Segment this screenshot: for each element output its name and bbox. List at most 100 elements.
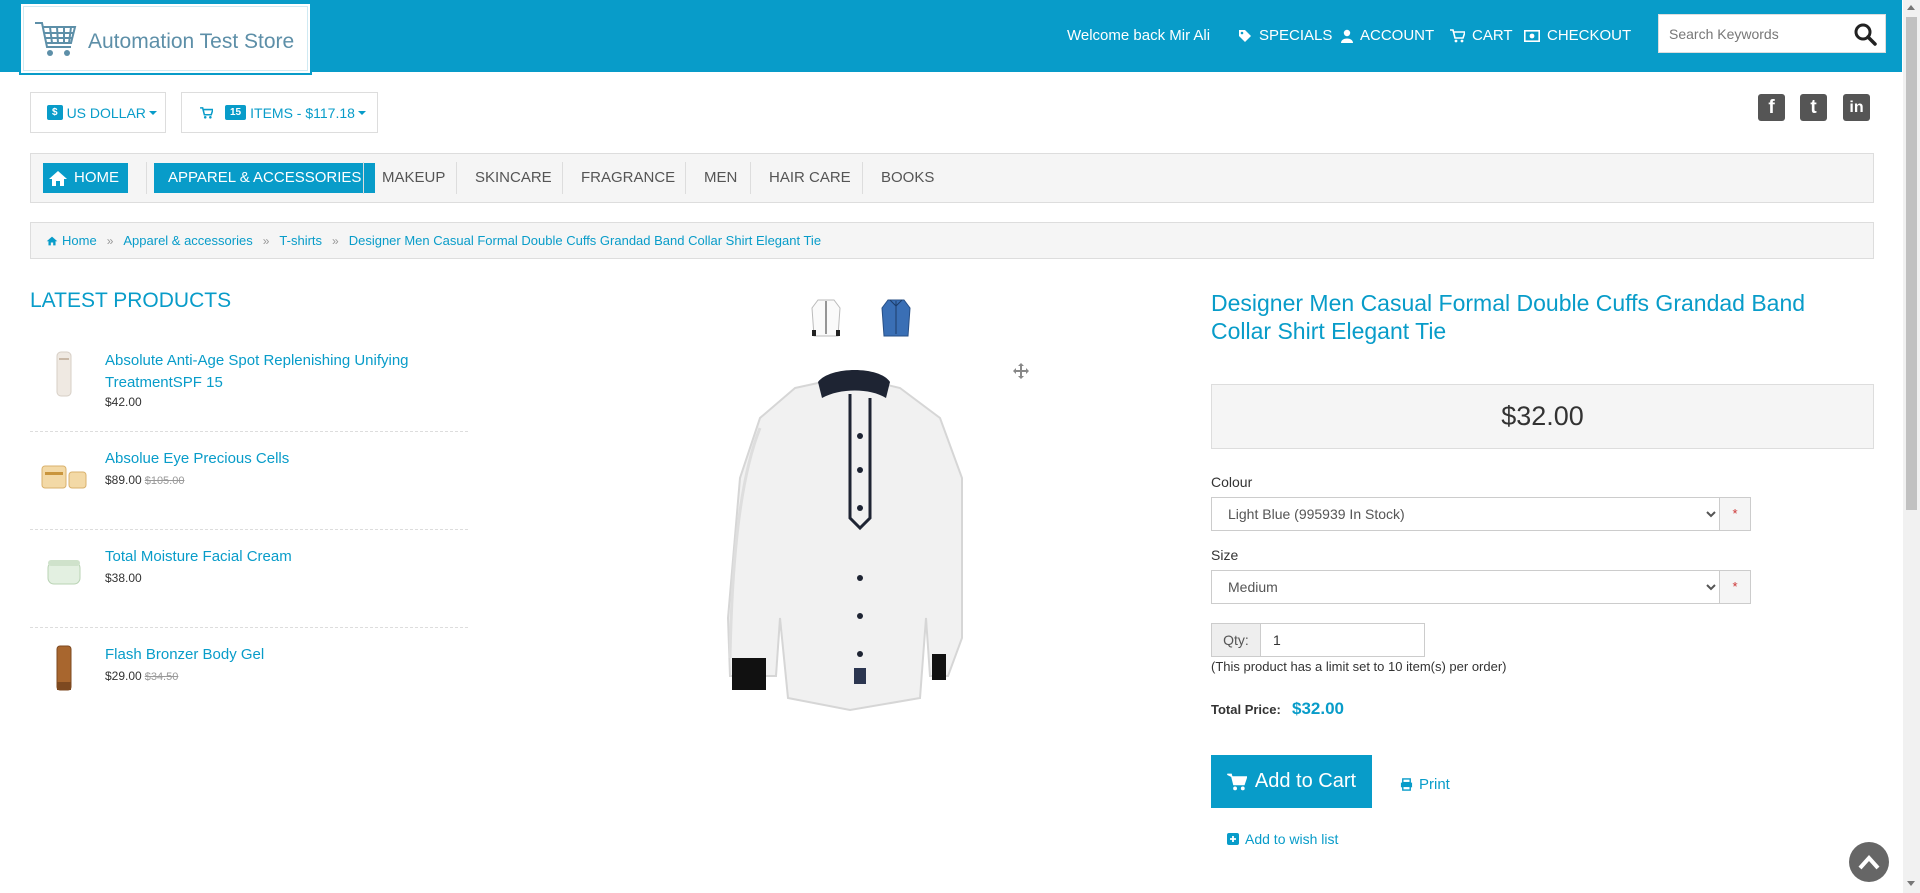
divider xyxy=(30,627,468,628)
category-apparel-accessories[interactable]: APPAREL & ACCESSORIES xyxy=(154,163,376,193)
category-makeup[interactable]: MAKEUP xyxy=(368,163,459,193)
category-hair-care[interactable]: HAIR CARE xyxy=(755,163,865,193)
nav-specials[interactable]: SPECIALS xyxy=(1238,27,1332,44)
required-marker: * xyxy=(1720,497,1751,531)
price-value: $29.00 xyxy=(105,669,142,683)
print-label: Print xyxy=(1419,776,1450,793)
logo-text: Automation Test Store xyxy=(88,30,295,53)
size-label: Size xyxy=(1211,547,1239,563)
chevron-right-icon: » xyxy=(106,233,114,248)
breadcrumb-apparel[interactable]: Apparel & accessories xyxy=(123,233,252,248)
store-logo[interactable]: Automation Test Store xyxy=(19,2,312,75)
size-select-row: Medium * xyxy=(1211,570,1751,604)
divider xyxy=(456,162,457,194)
product-thumbnail-blue[interactable] xyxy=(878,296,914,342)
search-icon[interactable] xyxy=(1853,22,1877,46)
cart-summary-label: ITEMS - $117.18 xyxy=(250,104,355,121)
chevron-right-icon: » xyxy=(262,233,270,248)
page-scrollbar[interactable] xyxy=(1903,0,1920,893)
scroll-up-icon[interactable] xyxy=(1907,5,1915,10)
product-link[interactable]: Absolue Eye Precious Cells xyxy=(105,448,465,470)
scroll-down-icon[interactable] xyxy=(1907,881,1915,886)
breadcrumb-home[interactable]: Home xyxy=(62,233,97,248)
category-menu: HOME APPAREL & ACCESSORIES MAKEUP SKINCA… xyxy=(30,153,1874,203)
chevron-down-icon xyxy=(148,110,157,115)
quantity-group: Qty: xyxy=(1211,623,1425,657)
list-item: Flash Bronzer Body Gel $29.00 $34.50 xyxy=(30,644,468,714)
nav-checkout-label: CHECKOUT xyxy=(1547,27,1632,44)
quantity-label: Qty: xyxy=(1211,623,1261,657)
search-box xyxy=(1658,14,1886,53)
currency-dropdown[interactable]: $ US DOLLAR xyxy=(30,92,166,133)
add-to-cart-label: Add to Cart xyxy=(1254,770,1357,792)
linkedin-icon[interactable]: in xyxy=(1843,94,1870,121)
home-icon xyxy=(46,236,58,245)
home-icon xyxy=(49,170,67,186)
scrollbar-thumb[interactable] xyxy=(1906,17,1917,510)
divider xyxy=(685,162,686,194)
product-thumbnail[interactable] xyxy=(40,448,88,498)
currency-symbol-badge: $ xyxy=(47,105,63,120)
print-icon xyxy=(1400,778,1413,791)
product-thumbnail[interactable] xyxy=(40,350,88,400)
money-icon xyxy=(1524,29,1540,42)
product-link[interactable]: Total Moisture Facial Cream xyxy=(105,546,465,568)
divider xyxy=(750,162,751,194)
divider xyxy=(862,162,863,194)
product-price: $29.00 $34.50 xyxy=(105,669,178,683)
category-men[interactable]: MEN xyxy=(690,163,751,193)
print-link[interactable]: Print xyxy=(1400,776,1450,793)
divider xyxy=(562,162,563,194)
tag-icon xyxy=(1239,29,1251,42)
required-marker: * xyxy=(1720,570,1751,604)
breadcrumb-tshirts[interactable]: T-shirts xyxy=(279,233,322,248)
product-title: Designer Men Casual Formal Double Cuffs … xyxy=(1211,290,1806,344)
nav-cart[interactable]: CART xyxy=(1450,27,1513,44)
product-link[interactable]: Absolute Anti-Age Spot Replenishing Unif… xyxy=(105,350,465,394)
facebook-icon[interactable]: f xyxy=(1758,94,1785,121)
divider xyxy=(146,162,147,194)
product-main-image[interactable] xyxy=(700,358,1000,723)
breadcrumb-current[interactable]: Designer Men Casual Formal Double Cuffs … xyxy=(349,233,821,248)
chevron-down-icon xyxy=(357,110,366,115)
move-icon xyxy=(1013,363,1029,379)
product-price: $38.00 xyxy=(105,571,142,585)
size-select[interactable]: Medium xyxy=(1211,570,1720,604)
currency-label: US DOLLAR xyxy=(66,104,146,121)
quantity-input[interactable] xyxy=(1261,623,1425,657)
product-thumbnail-white[interactable] xyxy=(808,296,844,342)
order-limit-note: (This product has a limit set to 10 item… xyxy=(1211,659,1507,674)
price-value: $89.00 xyxy=(105,473,142,487)
cart-summary-dropdown[interactable]: 15 ITEMS - $117.18 xyxy=(181,92,378,133)
category-fragrance[interactable]: FRAGRANCE xyxy=(567,163,689,193)
product-thumbnail[interactable] xyxy=(40,546,88,596)
back-to-top-button[interactable] xyxy=(1849,842,1889,882)
total-price-label: Total Price: xyxy=(1211,702,1281,717)
product-price: $42.00 xyxy=(105,395,142,409)
list-item: Absolue Eye Precious Cells $89.00 $105.00 xyxy=(30,448,468,518)
divider xyxy=(363,162,364,194)
category-home[interactable]: HOME xyxy=(43,163,128,193)
old-price: $105.00 xyxy=(144,475,185,487)
search-input[interactable] xyxy=(1659,15,1849,52)
total-price-value: $32.00 xyxy=(1292,699,1344,718)
nav-checkout[interactable]: CHECKOUT xyxy=(1524,27,1631,44)
twitter-icon[interactable]: t xyxy=(1800,94,1827,121)
list-item: Absolute Anti-Age Spot Replenishing Unif… xyxy=(30,350,468,430)
category-books[interactable]: BOOKS xyxy=(867,163,948,193)
shopping-cart-logo-icon xyxy=(35,22,77,56)
product-price-box: $32.00 xyxy=(1211,384,1874,449)
category-skincare[interactable]: SKINCARE xyxy=(461,163,566,193)
colour-select[interactable]: Light Blue (995939 In Stock) xyxy=(1211,497,1720,531)
product-thumbnail[interactable] xyxy=(40,644,88,694)
add-to-cart-button[interactable]: Add to Cart xyxy=(1211,755,1372,808)
nav-specials-label: SPECIALS xyxy=(1259,27,1333,44)
welcome-message[interactable]: Welcome back Mir Ali xyxy=(1067,27,1210,44)
nav-account[interactable]: ACCOUNT xyxy=(1341,27,1434,44)
old-price: $34.50 xyxy=(144,671,179,683)
add-to-wishlist-link[interactable]: Add to wish list xyxy=(1227,831,1338,847)
cart-icon xyxy=(1226,773,1247,790)
cart-icon xyxy=(1450,28,1465,42)
product-link[interactable]: Flash Bronzer Body Gel xyxy=(105,644,465,666)
colour-select-row: Light Blue (995939 In Stock) * xyxy=(1211,497,1751,531)
